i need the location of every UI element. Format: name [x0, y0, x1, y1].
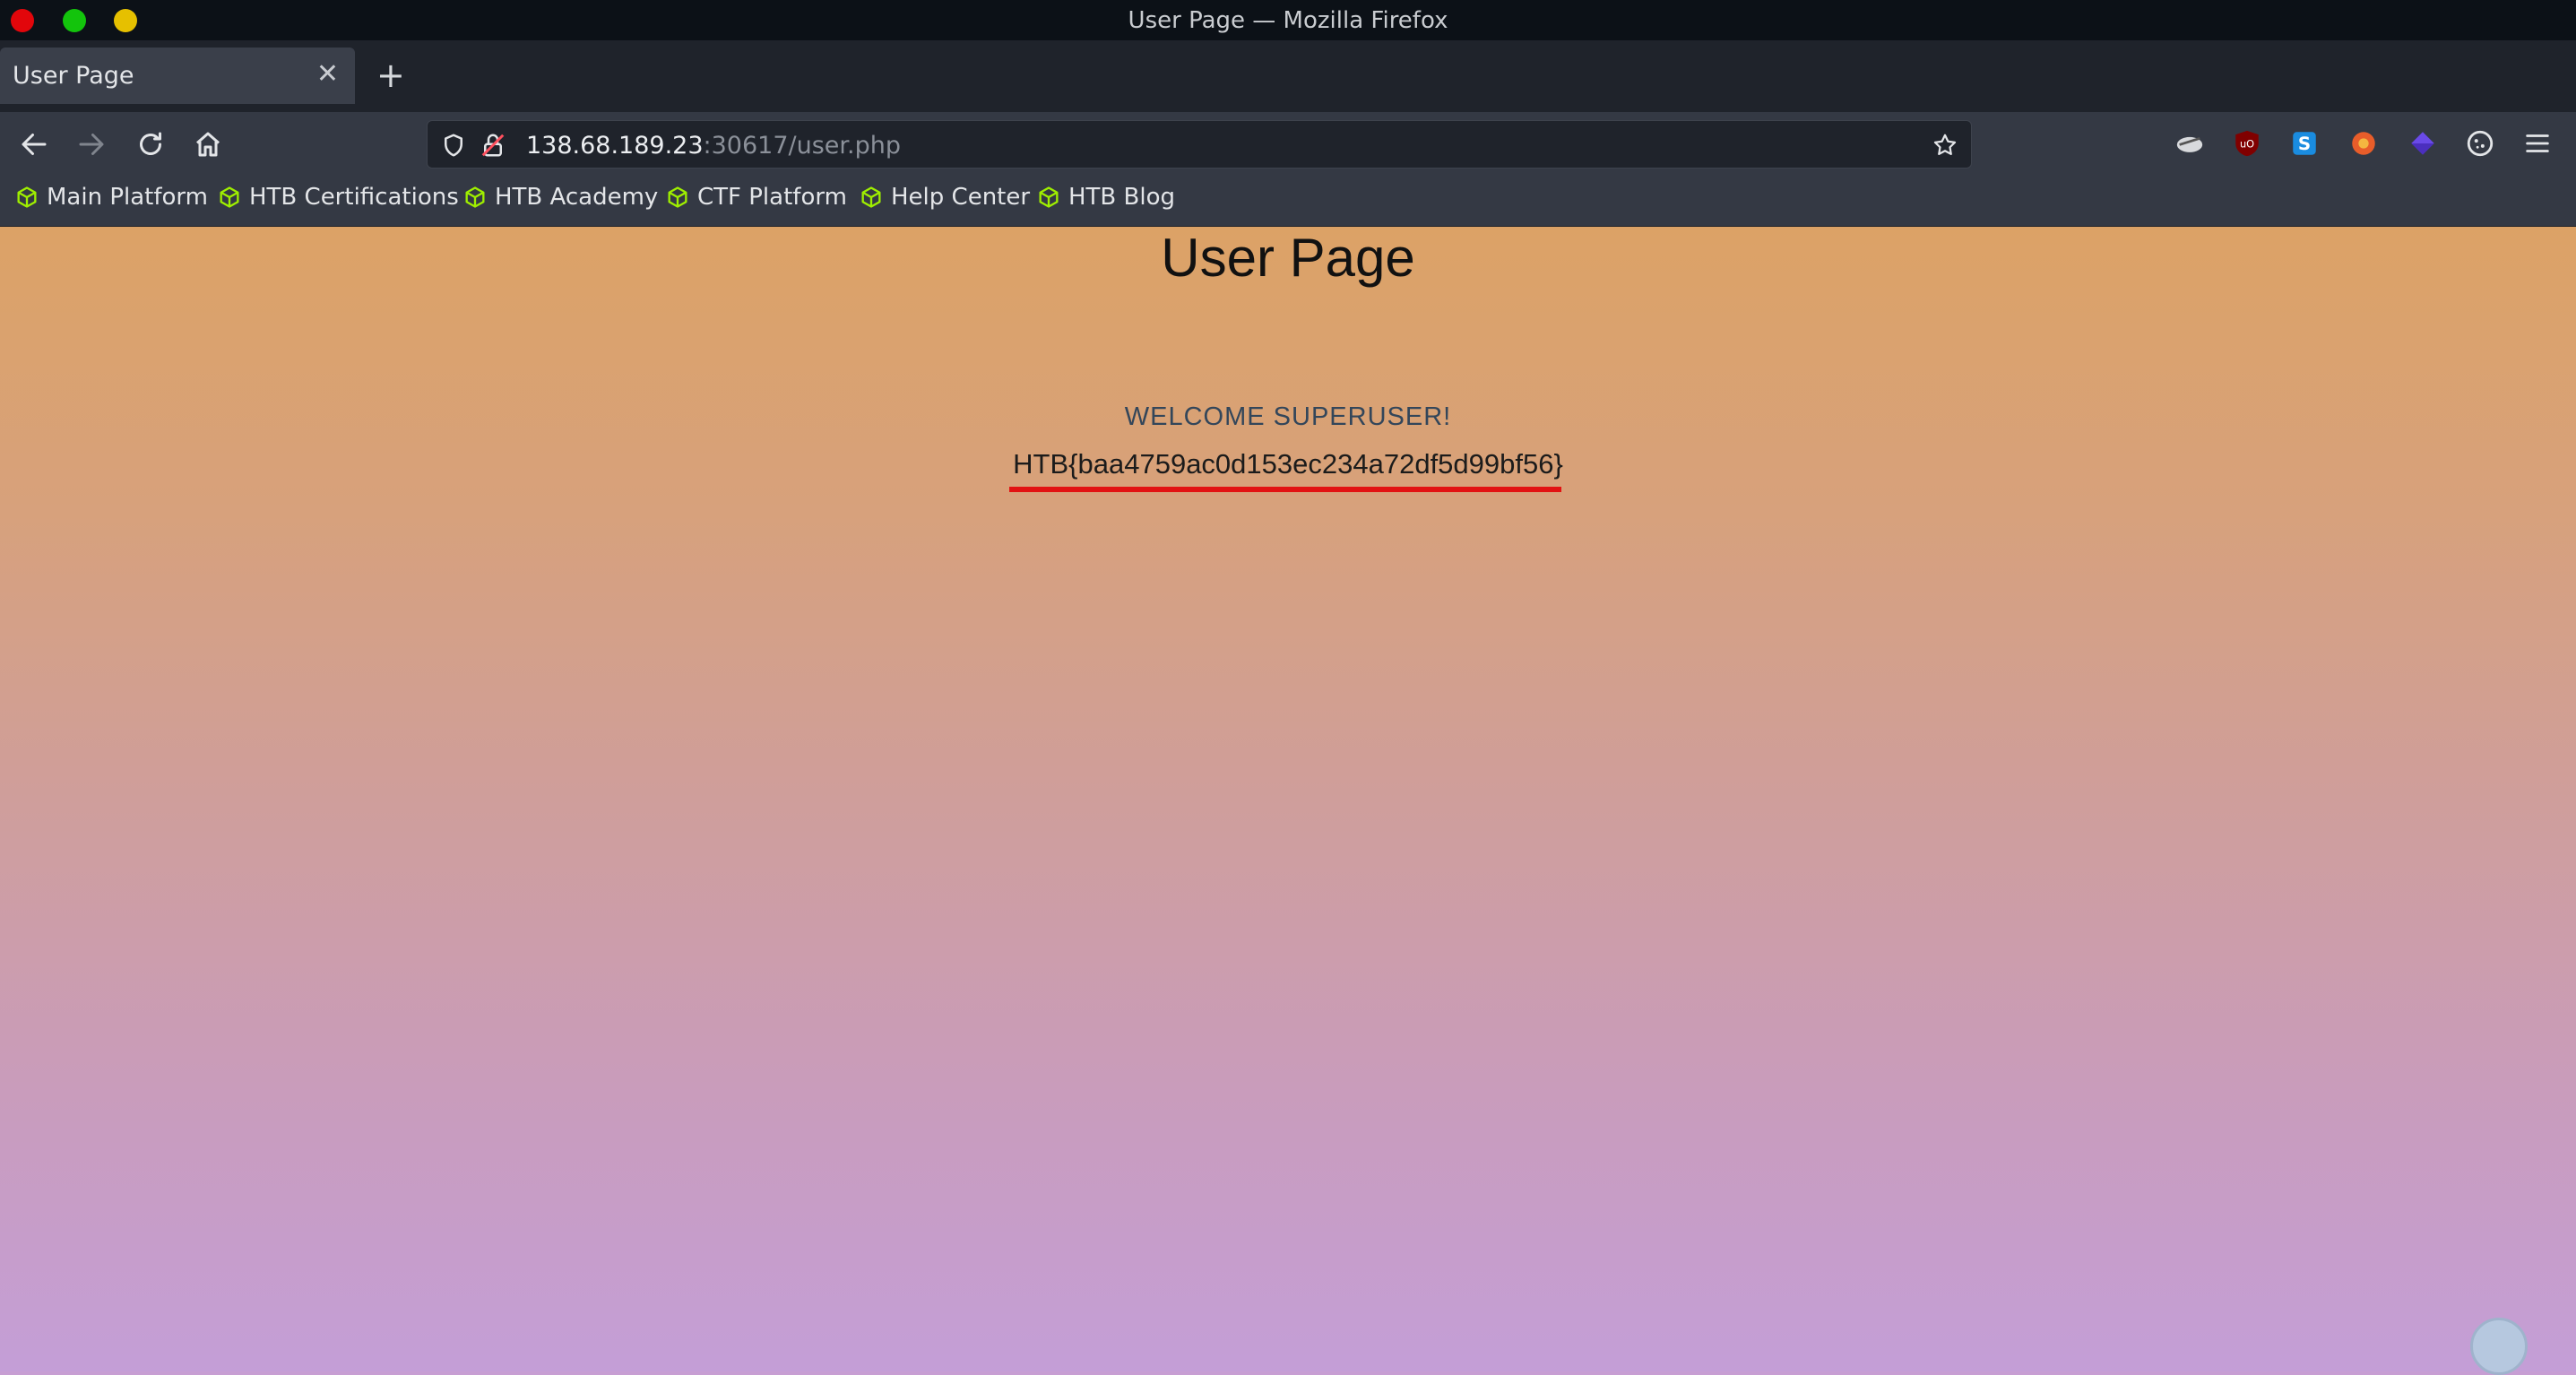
back-arrow-icon[interactable]	[18, 128, 50, 160]
tab-user-page[interactable]: User Page ✕	[0, 48, 355, 104]
tab-strip: User Page ✕ +	[0, 40, 2576, 112]
bookmark-star-icon[interactable]	[1932, 132, 1958, 159]
url-text[interactable]: 138.68.189.23:30617/user.php	[526, 132, 901, 160]
tab-title: User Page	[13, 62, 134, 90]
bookmark-htb-academy[interactable]: HTB Academy	[462, 184, 658, 211]
window-title: User Page — Mozilla Firefox	[1128, 7, 1448, 34]
page-title: User Page	[1161, 228, 1415, 288]
welcome-message: WELCOME SUPERUSER!	[1124, 402, 1452, 431]
url-path: :30617/user.php	[703, 132, 902, 160]
bookmark-label: HTB Academy	[495, 184, 659, 211]
bookmark-ctf-platform[interactable]: CTF Platform	[665, 184, 847, 211]
insecure-lock-icon[interactable]	[480, 132, 506, 159]
bookmark-htb-certifications[interactable]: HTB Certifications	[217, 184, 459, 211]
htb-cube-icon	[220, 186, 239, 208]
htb-cube-icon	[668, 186, 687, 208]
htb-cube-icon	[465, 186, 485, 208]
close-icon[interactable]: ✕	[316, 58, 339, 90]
bookmark-label: CTF Platform	[697, 184, 847, 211]
htb-cube-icon	[861, 186, 881, 208]
bookmark-label: Help Center	[891, 184, 1031, 211]
ublock-icon[interactable]: uO	[2232, 128, 2262, 159]
cookie-editor-icon[interactable]	[2465, 128, 2495, 159]
wappalyzer-icon[interactable]	[2348, 128, 2379, 159]
new-tab-button[interactable]: +	[376, 58, 405, 92]
stylus-icon[interactable]: S	[2289, 128, 2320, 159]
flag-highlight-underline	[1009, 487, 1561, 492]
bookmark-label: HTB Blog	[1068, 184, 1176, 211]
svg-text:uO: uO	[2240, 137, 2254, 150]
page-content: User Page WELCOME SUPERUSER! HTB{baa4759…	[0, 227, 2576, 1375]
clipboard-icon[interactable]	[2470, 1318, 2528, 1375]
bookmark-htb-blog[interactable]: HTB Blog	[1036, 184, 1175, 211]
bookmarks-toolbar: Main Platform HTB Certifications HTB Aca…	[0, 177, 2576, 227]
htb-cube-icon	[17, 186, 37, 208]
reload-icon[interactable]	[134, 128, 167, 160]
window-titlebar: User Page — Mozilla Firefox	[0, 0, 2576, 40]
htb-cube-icon	[1039, 186, 1059, 208]
home-icon[interactable]	[192, 128, 224, 160]
bookmark-label: HTB Certifications	[249, 184, 459, 211]
bookmark-main-platform[interactable]: Main Platform	[14, 184, 208, 211]
tracking-shield-icon[interactable]	[440, 132, 467, 159]
svg-text:S: S	[2298, 134, 2311, 154]
extension-cube-icon[interactable]	[2407, 128, 2438, 159]
url-host: 138.68.189.23	[526, 132, 704, 160]
nav-toolbar: 138.68.189.23:30617/user.php uO S	[0, 112, 2576, 177]
url-bar[interactable]: 138.68.189.23:30617/user.php	[427, 120, 1972, 169]
flag-text: HTB{baa4759ac0d153ec234a72df5d99bf56}	[1013, 448, 1563, 480]
bookmark-label: Main Platform	[47, 184, 208, 211]
app-menu-icon[interactable]	[2522, 128, 2553, 159]
bookmark-help-center[interactable]: Help Center	[859, 184, 1030, 211]
forward-arrow-icon[interactable]	[75, 128, 108, 160]
burp-proxy-icon[interactable]	[2174, 128, 2205, 159]
